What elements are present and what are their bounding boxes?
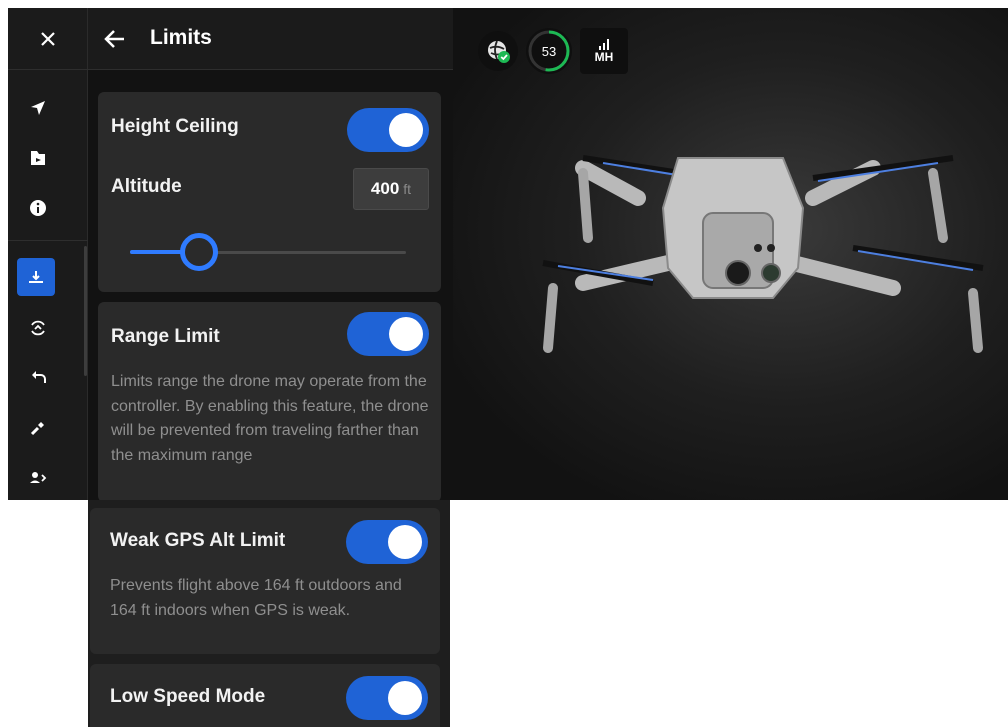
flashlight-icon[interactable] xyxy=(18,408,58,448)
altitude-label: Altitude xyxy=(111,176,182,197)
gps-globe-icon[interactable] xyxy=(478,31,518,71)
rail-scrollbar[interactable] xyxy=(84,246,87,376)
range-limit-card: Range Limit Limits range the drone may o… xyxy=(98,302,441,500)
info-icon[interactable] xyxy=(18,188,58,228)
weak-gps-card: Weak GPS Alt Limit Prevents flight above… xyxy=(90,508,440,654)
files-icon[interactable] xyxy=(18,138,58,178)
range-limit-description: Limits range the drone may operate from … xyxy=(111,373,429,464)
battery-value: 53 xyxy=(541,43,557,59)
height-ceiling-toggle[interactable] xyxy=(347,108,429,152)
range-limit-toggle[interactable] xyxy=(347,312,429,356)
weak-gps-toggle[interactable] xyxy=(346,520,428,564)
back-arrow-icon[interactable] xyxy=(100,24,130,54)
height-ceiling-label: Height Ceiling xyxy=(111,116,239,137)
slider-thumb[interactable] xyxy=(180,233,218,271)
weak-gps-description: Prevents flight above 164 ft outdoors an… xyxy=(110,577,402,619)
toggle-knob xyxy=(388,525,422,559)
drone-preview xyxy=(453,8,1008,500)
rail-divider xyxy=(8,240,88,241)
altitude-value: 400 xyxy=(370,179,400,198)
toggle-knob xyxy=(389,317,423,351)
low-speed-toggle[interactable] xyxy=(346,676,428,720)
range-limit-label: Range Limit xyxy=(111,326,220,347)
close-icon[interactable] xyxy=(8,8,88,70)
low-speed-card: Low Speed Mode xyxy=(90,664,440,727)
drone-illustration xyxy=(542,155,984,353)
navigate-icon[interactable] xyxy=(18,88,58,128)
battery-indicator[interactable]: 53 xyxy=(526,28,572,74)
signal-bars-icon xyxy=(599,39,609,50)
altitude-unit: ft xyxy=(403,181,412,197)
altitude-input[interactable]: 400 ft xyxy=(353,168,429,210)
toggle-knob xyxy=(388,681,422,715)
signal-label: MH xyxy=(594,50,614,64)
app-window: 53 MH Limits Height Ceiling Altitude 400… xyxy=(8,8,1008,500)
icon-rail xyxy=(8,8,88,500)
toggle-knob xyxy=(389,113,423,147)
panel-header: Limits xyxy=(88,8,453,70)
signal-indicator[interactable]: MH xyxy=(580,28,628,74)
landing-icon[interactable] xyxy=(18,308,58,348)
altitude-slider[interactable] xyxy=(130,232,406,272)
return-icon[interactable] xyxy=(18,358,58,398)
user-swap-icon[interactable] xyxy=(18,458,58,498)
low-speed-label: Low Speed Mode xyxy=(110,686,266,707)
limits-icon[interactable] xyxy=(17,258,55,296)
status-bar: 53 MH xyxy=(478,28,628,74)
page-title: Limits xyxy=(150,26,212,49)
weak-gps-label: Weak GPS Alt Limit xyxy=(110,530,286,551)
height-ceiling-card: Height Ceiling Altitude 400 ft xyxy=(98,92,441,292)
